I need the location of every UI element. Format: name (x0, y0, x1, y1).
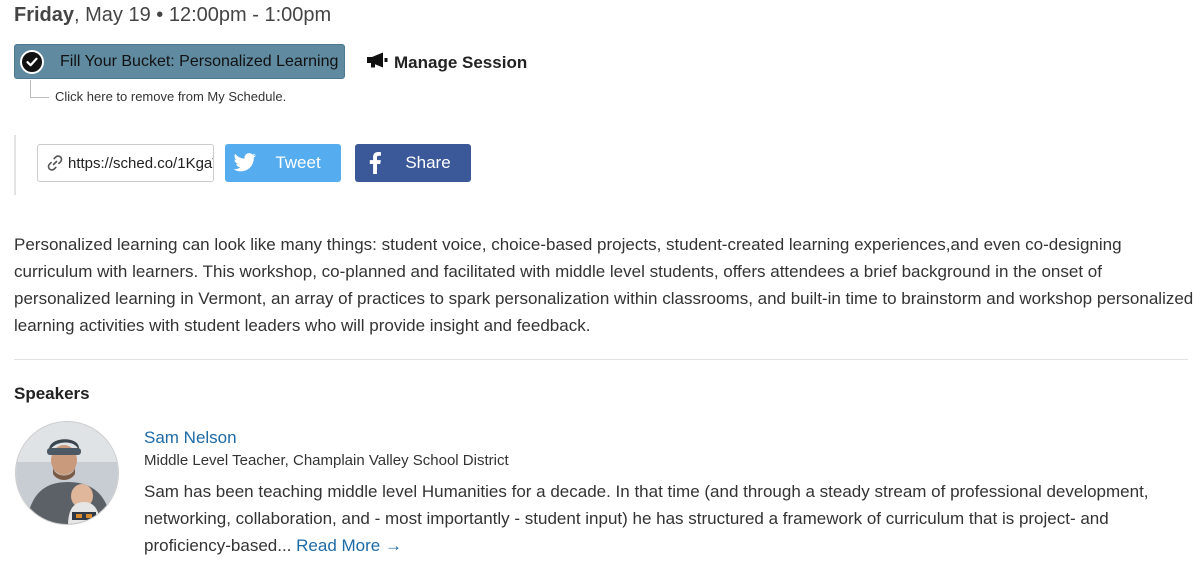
my-schedule-toggle-button[interactable]: Fill Your Bucket: Personalized Learning (14, 44, 345, 79)
session-day: Friday (14, 4, 75, 26)
session-description: Personalized learning can look like many… (14, 235, 1194, 335)
speaker-role: Middle Level Teacher, Champlain Valley S… (144, 452, 509, 469)
session-link-text: https://sched.co/1KgaV (68, 154, 213, 172)
share-button-label: Share (405, 153, 451, 172)
speakers-heading: Speakers (14, 384, 90, 403)
link-icon (42, 153, 68, 173)
speaker-bio-text: Sam has been teaching middle level Human… (144, 482, 1149, 555)
manage-session-link[interactable]: Manage Session (366, 52, 527, 73)
session-date-time: , May 19 • 12:00pm - 1:00pm (74, 4, 332, 26)
hint-connector (30, 80, 49, 98)
tweet-button-label: Tweet (275, 153, 321, 172)
session-link-field[interactable]: https://sched.co/1KgaV (37, 144, 214, 182)
read-more-link[interactable]: Read More → (296, 536, 402, 555)
manage-session-label: Manage Session (394, 52, 528, 72)
check-circle-icon (20, 50, 44, 74)
megaphone-icon (366, 52, 388, 73)
speaker-name-link[interactable]: Sam Nelson (144, 428, 237, 448)
section-divider (14, 359, 1188, 360)
remove-from-schedule-hint: Click here to remove from My Schedule. (55, 89, 287, 104)
facebook-icon (355, 144, 395, 182)
twitter-icon (225, 144, 265, 182)
facebook-share-button[interactable]: Share (355, 144, 471, 182)
share-divider (14, 135, 16, 195)
my-schedule-button-label: Fill Your Bucket: Personalized Learning (60, 53, 339, 70)
speaker-avatar[interactable] (15, 421, 119, 525)
tweet-button[interactable]: Tweet (225, 144, 341, 182)
speaker-bio: Sam has been teaching middle level Human… (144, 478, 1194, 559)
session-datetime: Friday, May 19 • 12:00pm - 1:00pm (14, 4, 331, 27)
